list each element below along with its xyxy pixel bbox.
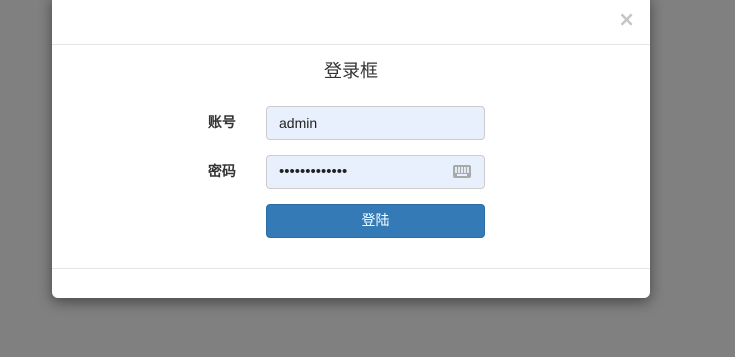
- account-label: 账号: [208, 115, 236, 131]
- login-button[interactable]: 登陆: [266, 204, 485, 238]
- login-modal: × 登录框 账号 admin 密码 ••••••••••••• 登陆: [52, 0, 650, 298]
- password-label: 密码: [208, 164, 236, 180]
- modal-footer: [52, 268, 650, 298]
- password-input-value: •••••••••••••: [279, 163, 348, 180]
- modal-header: ×: [52, 0, 650, 45]
- account-input[interactable]: admin: [266, 106, 485, 140]
- keyboard-icon[interactable]: [453, 165, 471, 178]
- password-input[interactable]: •••••••••••••: [266, 155, 485, 189]
- modal-title: 登录框: [324, 61, 378, 82]
- account-input-value: admin: [279, 115, 318, 131]
- close-icon[interactable]: ×: [618, 9, 635, 29]
